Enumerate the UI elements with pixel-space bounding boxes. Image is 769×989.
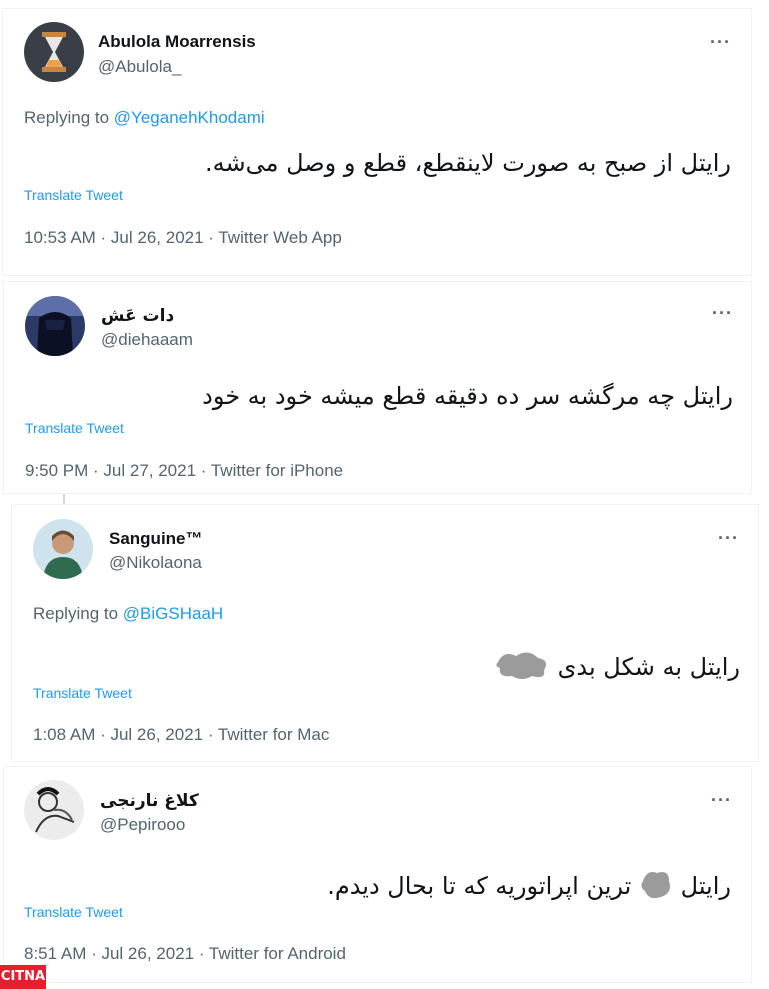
more-options-icon[interactable]: ···: [712, 304, 733, 322]
display-name[interactable]: Abulola Moarrensis: [98, 32, 256, 52]
avatar[interactable]: [24, 780, 84, 840]
tweet-card[interactable]: کلاغ نارنجی @Pepirooo ··· رایتل ترین اپر…: [3, 766, 752, 983]
user-handle[interactable]: @Abulola_: [98, 57, 181, 77]
user-handle[interactable]: @Nikolaona: [109, 553, 202, 573]
tweet-text: رایتل چه مرگشه سر ده دقیقه قطع میشه خود …: [202, 382, 733, 410]
censor-blot: [639, 867, 673, 907]
user-handle[interactable]: @diehaaam: [101, 330, 193, 350]
translate-tweet-link[interactable]: Translate Tweet: [24, 187, 123, 203]
mention-link[interactable]: @BiGSHaaH: [123, 604, 223, 623]
display-name[interactable]: Sanguine™: [109, 529, 203, 549]
more-options-icon[interactable]: ···: [710, 33, 731, 51]
tweet-timestamp[interactable]: 8:51 AM · Jul 26, 2021 · Twitter for And…: [24, 944, 346, 964]
display-name[interactable]: دات عَش: [101, 306, 174, 326]
tweet-card[interactable]: دات عَش @diehaaam ··· رایتل چه مرگشه سر …: [3, 281, 752, 494]
avatar[interactable]: [25, 296, 85, 356]
tweet-card[interactable]: Abulola Moarrensis @Abulola_ ··· Replyin…: [2, 8, 752, 276]
user-handle[interactable]: @Pepirooo: [100, 815, 185, 835]
display-name[interactable]: کلاغ نارنجی: [100, 791, 199, 811]
more-options-icon[interactable]: ···: [711, 791, 732, 809]
watermark-logo: CITNA: [0, 965, 46, 989]
replying-to: Replying to @BiGSHaaH: [33, 604, 223, 624]
translate-tweet-link[interactable]: Translate Tweet: [33, 685, 132, 701]
replying-to: Replying to @YeganehKhodami: [24, 108, 265, 128]
censor-blot: [494, 648, 550, 688]
replying-prefix: Replying to: [24, 108, 110, 127]
tweet-card[interactable]: Sanguine™ @Nikolaona ··· Replying to @Bi…: [11, 504, 759, 762]
tweet-timestamp[interactable]: 1:08 AM · Jul 26, 2021 · Twitter for Mac: [33, 725, 329, 745]
thread-line: [63, 494, 65, 504]
replying-prefix: Replying to: [33, 604, 119, 623]
tweet-text-visible: رایتل به شکل بدی: [557, 653, 740, 681]
tweet-text-part1: رایتل: [680, 872, 731, 900]
mention-link[interactable]: @YeganehKhodami: [114, 108, 265, 127]
translate-tweet-link[interactable]: Translate Tweet: [24, 904, 123, 920]
tweet-text: رایتل ترین اپراتوریه که تا بحال دیدم.: [327, 867, 731, 907]
tweet-text: رایتل به شکل بدی: [494, 648, 740, 688]
tweet-timestamp[interactable]: 9:50 PM · Jul 27, 2021 · Twitter for iPh…: [25, 461, 343, 481]
tweet-text-part2: ترین اپراتوریه که تا بحال دیدم.: [327, 872, 632, 900]
more-options-icon[interactable]: ···: [718, 529, 739, 547]
avatar[interactable]: [24, 22, 84, 82]
translate-tweet-link[interactable]: Translate Tweet: [25, 420, 124, 436]
tweet-timestamp[interactable]: 10:53 AM · Jul 26, 2021 · Twitter Web Ap…: [24, 228, 342, 248]
avatar[interactable]: [33, 519, 93, 579]
tweet-text: رایتل از صبح به صورت لاینقطع، قطع و وصل …: [205, 149, 731, 177]
